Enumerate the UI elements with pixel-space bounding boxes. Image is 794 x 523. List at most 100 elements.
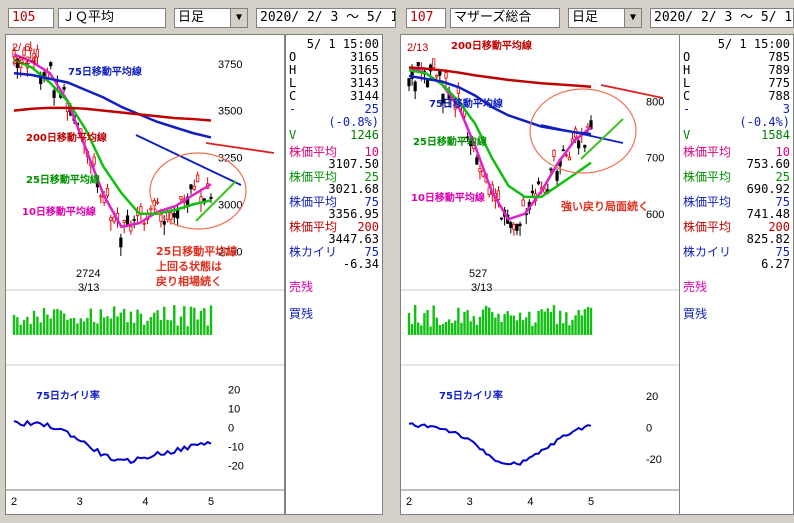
- panel-jq: 105 ＪＱ平均 日足 ▼ 2020/ 2/ 3 ～ 5/ 1 3750 3500…: [0, 0, 396, 523]
- info-C-label: C: [289, 89, 297, 103]
- volume-bar: [166, 319, 169, 335]
- candle-body: [512, 224, 516, 230]
- volume-bar: [136, 309, 139, 335]
- name-field[interactable]: マザーズ総合: [450, 8, 560, 28]
- candle-body: [478, 168, 482, 173]
- candle-body: [499, 217, 504, 220]
- volume-bar: [420, 325, 423, 335]
- start-date-label: 2/13: [407, 42, 428, 54]
- info-C: C 788: [683, 89, 790, 103]
- volume-bar: [417, 322, 420, 335]
- volume-bar: [183, 306, 186, 335]
- name-field[interactable]: ＪＱ平均: [58, 8, 166, 28]
- comment-text: 戻り相場続く: [155, 274, 222, 288]
- info-O-value: 3165: [350, 50, 379, 64]
- period-select[interactable]: 日足 ▼: [568, 8, 642, 28]
- volume-bar: [528, 311, 531, 335]
- info-sell: 売残: [289, 280, 379, 294]
- info-V: V 1246: [289, 128, 379, 142]
- volume-bar: [196, 319, 199, 335]
- volume-bar: [475, 324, 479, 335]
- volume-bar: [580, 315, 583, 335]
- candle-body: [432, 58, 436, 69]
- volume-bar: [466, 310, 469, 335]
- volume-bar: [22, 319, 26, 335]
- candle-body: [169, 212, 173, 221]
- candle-body: [49, 62, 53, 67]
- period-select[interactable]: 日足 ▼: [174, 8, 248, 28]
- info-pct: (-0.8%): [289, 115, 379, 129]
- code-field[interactable]: 105: [8, 8, 54, 28]
- info---value: 3: [782, 102, 790, 116]
- volume-bar: [119, 312, 123, 335]
- volume-bar: [429, 326, 432, 335]
- volume-bar: [89, 308, 92, 335]
- ma10-label: 10日移動平均線: [411, 191, 485, 204]
- volume-bar: [72, 317, 76, 335]
- volume-bar: [413, 305, 417, 335]
- candle-body: [518, 223, 522, 226]
- volume-bar: [176, 325, 179, 335]
- volume-bar: [129, 311, 133, 335]
- volume-bar: [69, 318, 72, 335]
- start-value-label: 3824: [12, 55, 36, 67]
- ma75-label: 75日移動平均線: [68, 65, 142, 78]
- info-ma-25-value-value: 690.92: [746, 182, 790, 196]
- volume-bar: [19, 324, 22, 335]
- volume-bar: [32, 310, 36, 335]
- volume-bar: [558, 310, 562, 335]
- x-tick-label: 3: [77, 496, 83, 508]
- chevron-down-icon[interactable]: ▼: [624, 9, 641, 27]
- info-H: H 3165: [289, 63, 379, 77]
- volume-bar: [438, 325, 442, 335]
- volume-bar: [186, 326, 189, 335]
- code-field[interactable]: 107: [406, 8, 446, 28]
- ma200-trend-line: [600, 84, 664, 99]
- info-buy-label: 買残: [683, 307, 708, 321]
- ma25-label: 25日移動平均線: [26, 173, 100, 186]
- ma75-label: 75日移動平均線: [429, 97, 503, 110]
- volume-bar: [79, 318, 82, 335]
- volume-bar: [99, 309, 103, 335]
- price-tick-label: 700: [646, 153, 664, 165]
- volume-bar: [512, 315, 516, 335]
- info-L-value: 775: [768, 76, 790, 90]
- info-ma-10-value: 3107.50: [289, 157, 379, 171]
- info---label: -: [289, 102, 297, 116]
- volume-bar: [133, 322, 136, 335]
- volume-bar: [59, 310, 62, 335]
- volume-bar: [112, 306, 116, 335]
- volume-bar: [26, 316, 29, 335]
- chevron-down-icon[interactable]: ▼: [230, 9, 247, 27]
- candle-body: [105, 187, 110, 197]
- candle-body: [125, 215, 130, 225]
- volume-bar: [29, 323, 32, 335]
- volume-bar: [435, 317, 438, 335]
- volume-bar: [153, 312, 156, 335]
- info-O: O 785: [683, 50, 790, 64]
- info-L: L 3143: [289, 76, 379, 90]
- info-ma-25-value-value: 3021.68: [328, 182, 379, 196]
- info--: -3: [683, 102, 790, 116]
- candle-body: [129, 226, 133, 232]
- candle-body: [132, 219, 136, 221]
- volume-bar: [82, 321, 86, 335]
- comment-text: 上回る状態は: [156, 259, 222, 273]
- volume-bar: [488, 307, 491, 335]
- candle-body: [530, 190, 534, 194]
- volume-bar: [163, 306, 166, 335]
- volume-bar: [583, 309, 587, 335]
- info--: - 25: [289, 102, 379, 116]
- volume-bar: [206, 325, 209, 335]
- volume-bar: [52, 309, 56, 335]
- candle-body: [155, 201, 160, 204]
- volume-bar: [189, 306, 193, 335]
- price-tick-label: 3500: [218, 106, 242, 118]
- candle-body: [92, 156, 96, 165]
- volume-bar: [555, 323, 559, 335]
- info-kairi-value-value: -6.34: [342, 257, 379, 271]
- volume-bar: [16, 317, 19, 335]
- info-L-label: L: [289, 76, 297, 90]
- ma200-label: 200日移動平均線: [26, 131, 107, 144]
- volume-bar: [586, 306, 590, 335]
